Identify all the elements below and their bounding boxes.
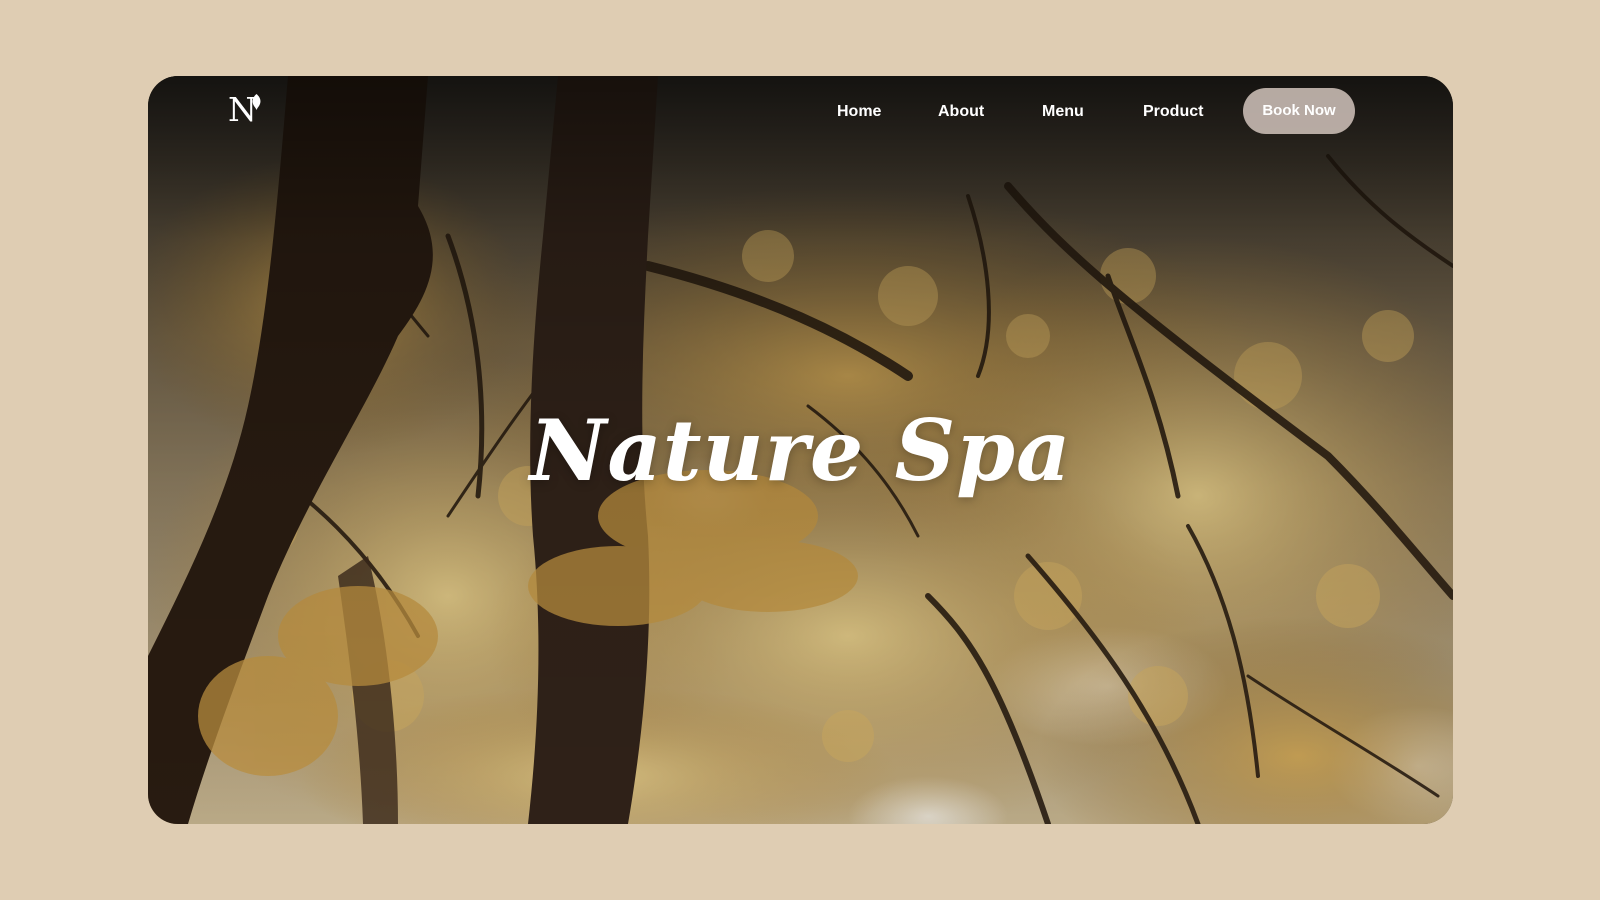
book-now-button[interactable]: Book Now [1243,88,1355,134]
nav-link-about[interactable]: About [938,100,984,124]
nav-link-menu[interactable]: Menu [1042,100,1084,124]
nav-link-product[interactable]: Product [1143,100,1203,124]
nav-link-home[interactable]: Home [837,100,881,124]
top-navigation: N Home About Menu Product Book Now [148,76,1453,148]
hero-section: N Home About Menu Product Book Now Natur… [148,76,1453,824]
hero-title: Nature Spa [529,401,1072,500]
